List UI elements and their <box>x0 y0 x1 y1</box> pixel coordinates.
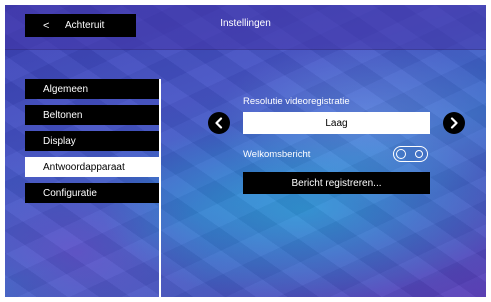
chevron-left-icon[interactable] <box>208 112 230 134</box>
page-title: Instellingen <box>220 18 271 29</box>
settings-screen: < Achteruit Instellingen Algemeen Belton… <box>5 5 486 297</box>
resolution-value: Laag <box>243 112 430 134</box>
sidebar-item-algemeen[interactable]: Algemeen <box>25 79 159 99</box>
header-bar: < Achteruit Instellingen <box>5 5 486 50</box>
sidebar-item-configuratie[interactable]: Configuratie <box>25 183 159 203</box>
sidebar-item-antwoordapparaat[interactable]: Antwoordapparaat <box>25 157 159 177</box>
resolution-label: Resolutie videoregistratie <box>243 96 350 107</box>
sidebar-menu: Algemeen Beltonen Display Antwoordappara… <box>25 79 159 209</box>
welcome-message-label: Welkomsbericht <box>243 149 311 160</box>
sidebar-item-beltonen[interactable]: Beltonen <box>25 105 159 125</box>
record-message-button[interactable]: Bericht registreren... <box>243 172 430 194</box>
chevron-right-icon[interactable] <box>443 112 465 134</box>
toggle-off-icon <box>415 149 423 158</box>
toggle-knob-icon <box>396 148 406 159</box>
welcome-message-toggle[interactable] <box>393 146 428 162</box>
sidebar-item-display[interactable]: Display <box>25 131 159 151</box>
sidebar-divider <box>159 79 161 297</box>
